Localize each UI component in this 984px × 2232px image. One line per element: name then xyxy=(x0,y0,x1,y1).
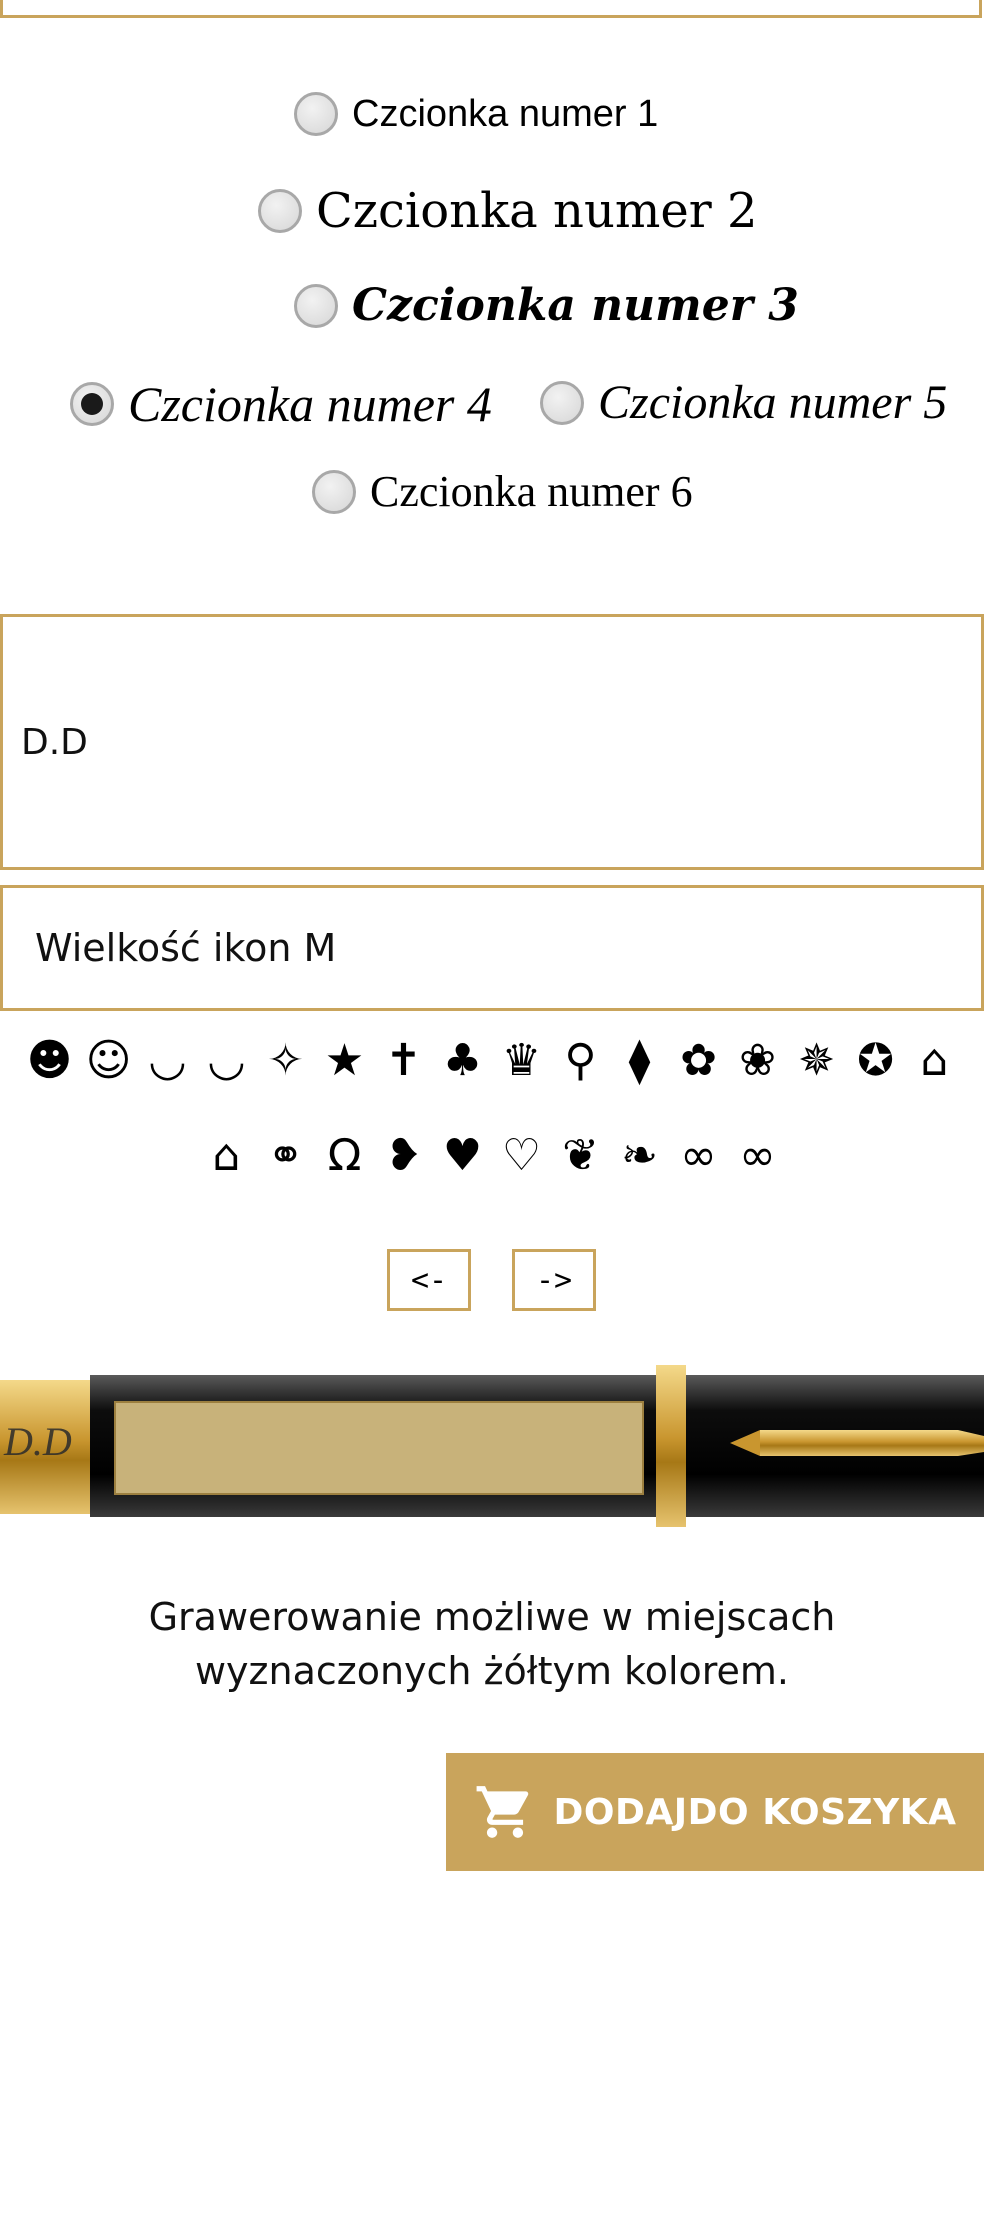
icon-picker-row-2: ⌂ ⚭ Ω ❥ ♥ ♡ ❦ ❧ ∞ ∞ xyxy=(0,1125,984,1187)
radio-button[interactable] xyxy=(312,469,356,514)
icon-size-select[interactable]: Wielkość ikon M xyxy=(0,885,984,1011)
font-option-5[interactable]: Czcionka numer 5 xyxy=(540,375,947,430)
clover-icon[interactable]: ♣ xyxy=(433,1030,492,1092)
medal-icon[interactable]: ✪ xyxy=(846,1030,905,1092)
engrave-area xyxy=(114,1401,644,1495)
radio-button-checked[interactable] xyxy=(70,382,114,426)
radio-button[interactable] xyxy=(540,380,584,425)
rose-icon[interactable]: ✿ xyxy=(669,1030,728,1092)
smiley-icon[interactable]: ☻ xyxy=(20,1030,79,1092)
font-option-4[interactable]: Czcionka numer 4 xyxy=(70,375,492,433)
infinity-small-icon[interactable]: ∞ xyxy=(669,1125,728,1187)
engraving-info: Grawerowanie możliwe w miejscach wyznacz… xyxy=(0,1590,984,1698)
pen-image xyxy=(0,1365,984,1527)
add-to-cart-button[interactable]: DODAJDO KOSZYKA xyxy=(446,1753,984,1871)
heart-icon[interactable]: ♥ xyxy=(433,1125,492,1187)
font-option-label: Czcionka numer 3 xyxy=(352,280,799,331)
heart-half-icon[interactable]: ❥ xyxy=(374,1125,433,1187)
tie-icon[interactable]: ⧫ xyxy=(610,1030,669,1092)
rings-icon[interactable]: ⚭ xyxy=(256,1125,315,1187)
heart-script-icon[interactable]: ❦ xyxy=(551,1125,610,1187)
font-option-label: Czcionka numer 4 xyxy=(128,376,492,432)
font-option-6[interactable]: Czcionka numer 6 xyxy=(312,466,693,517)
cat-icon[interactable]: ⚲ xyxy=(551,1030,610,1092)
prev-page-button[interactable]: <- xyxy=(387,1249,471,1311)
heart-outline-icon[interactable]: ♡ xyxy=(492,1125,551,1187)
add-to-cart-label: DODAJDO KOSZYKA xyxy=(553,1791,957,1833)
grin-icon[interactable]: ◡ xyxy=(138,1030,197,1092)
engraving-text-field[interactable]: D.D xyxy=(0,614,984,870)
smile-outline-icon[interactable]: ☺ xyxy=(79,1030,138,1092)
grad-cap-icon[interactable]: ⌂ xyxy=(905,1030,964,1092)
previous-input-field[interactable] xyxy=(0,0,982,18)
radio-button[interactable] xyxy=(294,92,338,136)
font-option-1[interactable]: Czcionka numer 1 xyxy=(294,92,658,136)
font-option-3[interactable]: Czcionka numer 3 xyxy=(294,280,799,331)
font-option-label: Czcionka numer 5 xyxy=(598,376,948,429)
ihs-icon[interactable]: ✝ xyxy=(374,1030,433,1092)
radio-button[interactable] xyxy=(258,189,302,233)
infinity-icon[interactable]: ∞ xyxy=(728,1125,787,1187)
info-line-1: Grawerowanie możliwe w miejscach xyxy=(148,1595,836,1639)
icon-size-value: Wielkość ikon M xyxy=(35,926,337,970)
hearts-link-icon[interactable]: ❧ xyxy=(610,1125,669,1187)
icon-picker-row-1: ☻ ☺ ◡ ◡ ✧ ★ ✝ ♣ ♛ ⚲ ⧫ ✿ ❀ ✵ ✪ ⌂ xyxy=(0,1030,984,1092)
star-icon[interactable]: ★ xyxy=(315,1030,374,1092)
radio-button[interactable] xyxy=(294,283,338,328)
info-line-2: wyznaczonych żółtym kolorem. xyxy=(194,1649,790,1693)
cart-icon xyxy=(476,1786,528,1838)
laugh-icon[interactable]: ◡ xyxy=(197,1030,256,1092)
rose-bud-icon[interactable]: ❀ xyxy=(728,1030,787,1092)
next-page-button[interactable]: -> xyxy=(512,1249,596,1311)
paw-icon[interactable]: ✵ xyxy=(787,1030,846,1092)
shooting-star-icon[interactable]: ✧ xyxy=(256,1030,315,1092)
font-option-2[interactable]: Czcionka numer 2 xyxy=(258,183,758,239)
font-option-label: Czcionka numer 6 xyxy=(370,467,693,516)
grad-cap-small-icon[interactable]: ⌂ xyxy=(197,1125,256,1187)
pen-engraving-preview: D.D xyxy=(4,1419,72,1464)
horseshoe-icon[interactable]: Ω xyxy=(315,1125,374,1187)
engraving-text-value: D.D xyxy=(21,721,88,763)
prev-label: <- xyxy=(410,1262,448,1298)
next-label: -> xyxy=(535,1262,573,1298)
font-option-label: Czcionka numer 1 xyxy=(352,92,659,135)
font-option-label: Czcionka numer 2 xyxy=(316,183,758,239)
crown-icon[interactable]: ♛ xyxy=(492,1030,551,1092)
